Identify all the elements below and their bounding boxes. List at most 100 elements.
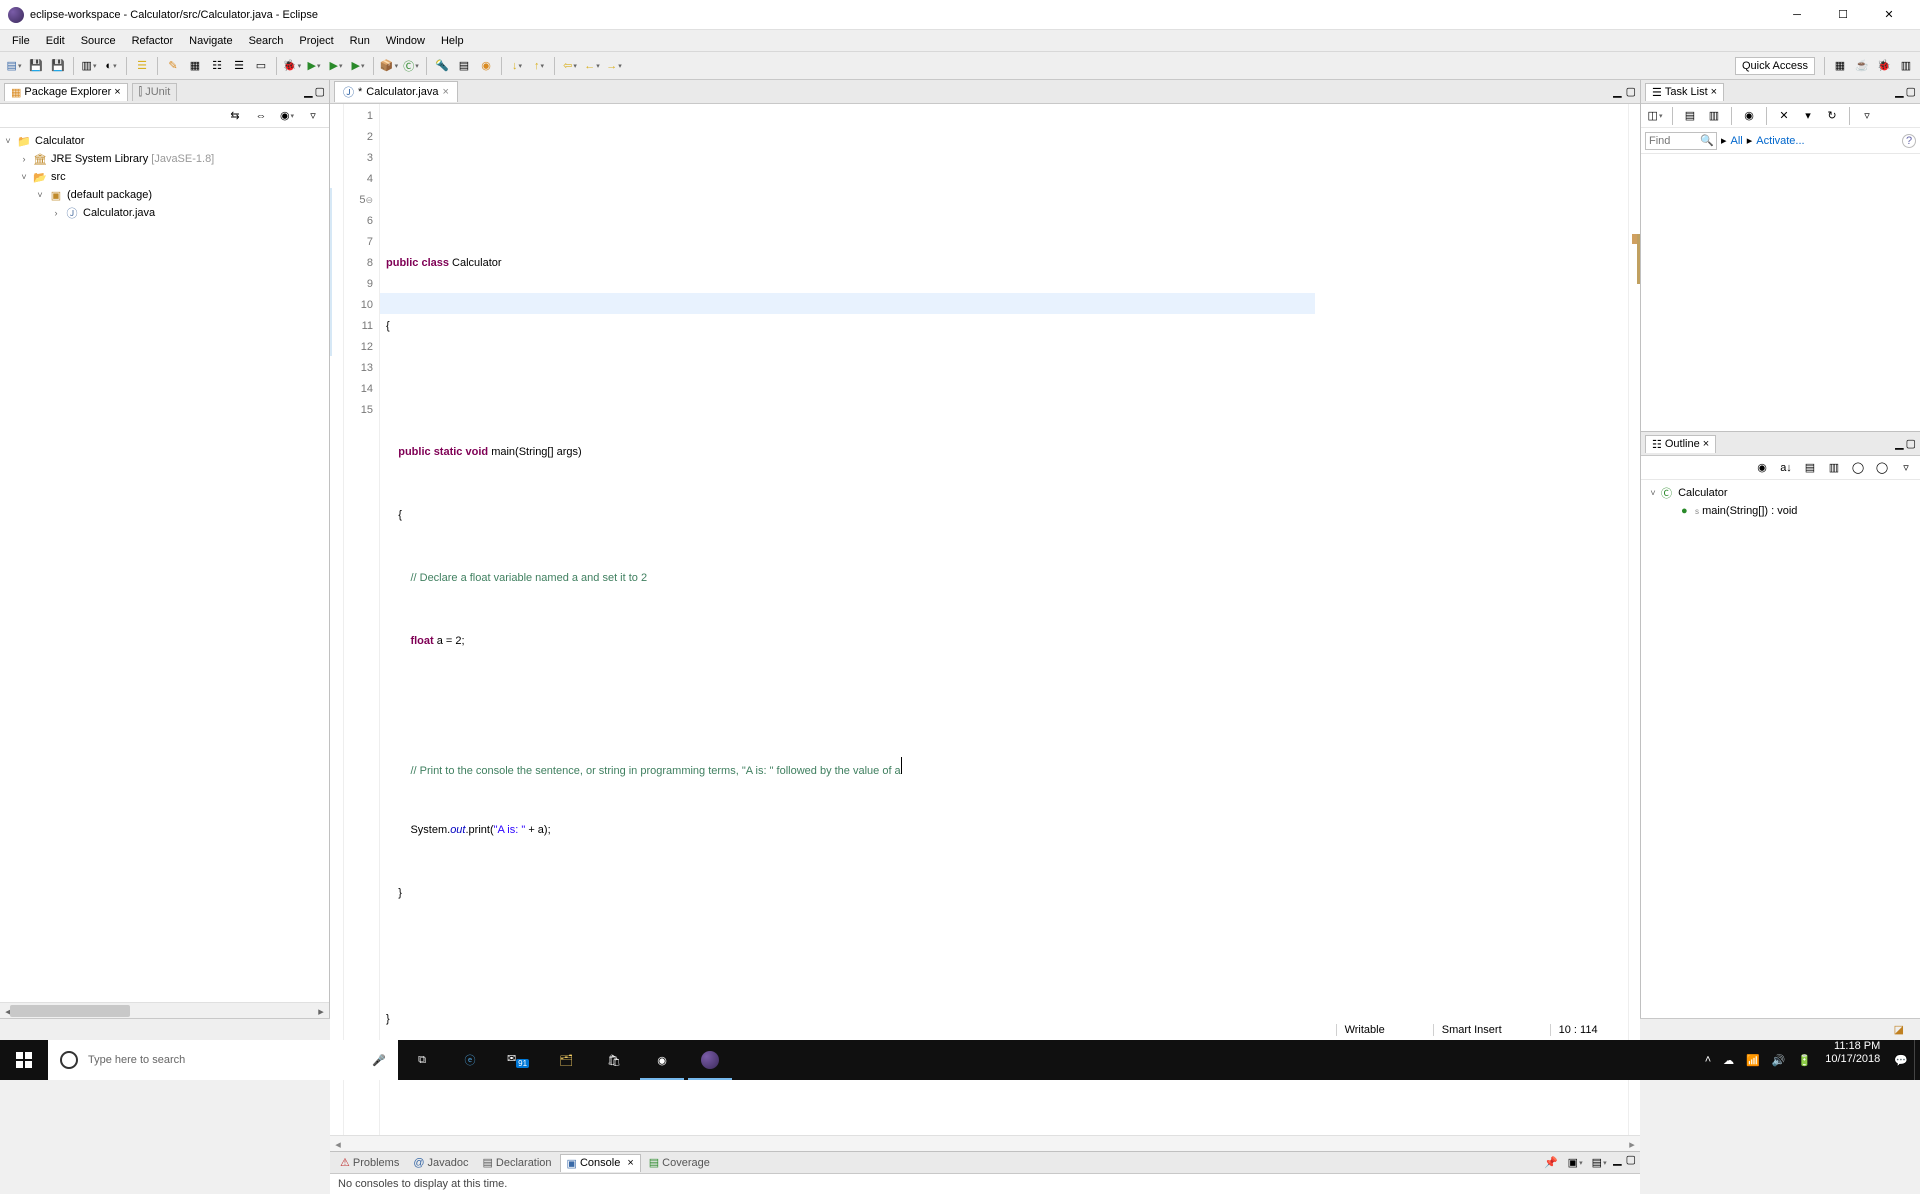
outline-class-node[interactable]: ˅Ⓒ Calculator [1645,484,1916,502]
link-editor-button[interactable]: ⇔ [251,106,271,126]
maximize-view-button[interactable]: ▢ [1906,85,1916,98]
editor-body[interactable]: 1 2 3 4 5⊖ 6 7 8 9 10 11 12 13 14 15 [330,104,1640,1135]
back-edit-button[interactable]: ⇦ [560,56,580,76]
menu-edit[interactable]: Edit [38,33,73,49]
new-button[interactable]: ▤ [4,56,24,76]
hide-static-button[interactable]: ▥ [1824,458,1844,478]
run-last-button[interactable]: ▶ [348,56,368,76]
prev-annotation-button[interactable]: ↓ [507,56,527,76]
synchronize-button[interactable]: ↻ [1822,106,1842,126]
horizontal-scrollbar[interactable]: ◂ ▸ [0,1002,329,1018]
code-area[interactable]: public class Calculator { public static … [380,104,1628,1135]
new-java-button[interactable]: 📦 [379,56,399,76]
open-type-button[interactable]: ☰ [132,56,152,76]
maximize-view-button[interactable]: ▢ [1906,437,1916,450]
close-icon[interactable]: × [1711,86,1717,98]
hide-fields-button[interactable]: ▤ [1800,458,1820,478]
perspective-button[interactable]: ◐ [101,56,121,76]
coverage-button[interactable]: ▶ [326,56,346,76]
hide-button[interactable]: ✕ [1774,106,1794,126]
java-perspective-button[interactable]: ☕ [1852,56,1872,76]
declaration-tab[interactable]: ▤Declaration [477,1154,558,1171]
sort-button[interactable]: a↓ [1776,458,1796,478]
action-center-button[interactable]: 💬 [1888,1040,1914,1080]
pin-console-button[interactable]: 📌 [1541,1153,1561,1173]
hide-nonpublic-button[interactable]: ◯ [1848,458,1868,478]
outline-tab[interactable]: ☷ Outline × [1645,435,1716,453]
outline-menu-button[interactable]: ▿ [1896,458,1916,478]
next-annotation-button[interactable]: ↑ [529,56,549,76]
help-icon[interactable]: ? [1902,134,1916,148]
toggle-mark-button[interactable]: ☰ [229,56,249,76]
editor-tab-calculator[interactable]: Ⓙ Calculator.java × [334,81,458,102]
all-link[interactable]: All [1731,135,1743,147]
minimize-view-button[interactable]: ▁ [1895,85,1903,98]
show-desktop-button[interactable] [1914,1040,1920,1080]
outline-method-node[interactable]: ●s main(String[]) : void [1645,502,1916,520]
activate-link[interactable]: Activate... [1756,135,1804,147]
console-tab[interactable]: ▣Console× [560,1154,641,1172]
onedrive-icon[interactable]: ☁ [1717,1040,1740,1080]
editor-scrollbar[interactable]: ◂ ▸ [330,1135,1640,1151]
maximize-console-button[interactable]: ▢ [1626,1153,1636,1173]
menu-source[interactable]: Source [73,33,124,49]
categorize-button[interactable]: ▤ [1680,106,1700,126]
scroll-left-button[interactable]: ◂ [330,1136,346,1152]
expand-arrow-icon[interactable]: ▸ [1721,134,1727,147]
minimize-editor-button[interactable]: ▁ [1613,85,1621,98]
coverage-tab[interactable]: ▤Coverage [643,1154,716,1171]
menu-run[interactable]: Run [342,33,378,49]
menu-search[interactable]: Search [241,33,292,49]
junit-tab[interactable]: ⫿ JUnit [132,83,178,101]
javadoc-tab[interactable]: @Javadoc [407,1155,474,1171]
collapse-all-button[interactable]: ⇆ [225,106,245,126]
project-node[interactable]: ˅📁Calculator [0,132,329,150]
menu-navigate[interactable]: Navigate [181,33,240,49]
menu-project[interactable]: Project [291,33,341,49]
status-notification-icon[interactable]: ◪ [1886,1023,1912,1036]
wifi-icon[interactable]: 📶 [1740,1040,1766,1080]
minimize-button[interactable]: ─ [1774,0,1820,30]
expand-arrow-icon[interactable]: ▸ [1747,134,1753,147]
jre-node[interactable]: ›🏛JRE System Library [JavaSE-1.8] [0,150,329,168]
microphone-icon[interactable]: 🎤 [372,1054,386,1067]
menu-refactor[interactable]: Refactor [124,33,182,49]
battery-icon[interactable]: 🔋 [1792,1040,1818,1080]
package-explorer-tab[interactable]: ▦ Package Explorer × [4,83,128,101]
volume-icon[interactable]: 🔊 [1766,1040,1792,1080]
tasklist-menu-button[interactable]: ▿ [1857,106,1877,126]
annotation-button[interactable]: ◉ [476,56,496,76]
toggle-button[interactable]: ☷ [207,56,227,76]
debug-perspective-button[interactable]: 🐞 [1874,56,1894,76]
open-console-button[interactable]: ▤ [1589,1153,1609,1173]
focus-task-button[interactable]: ◉ [277,106,297,126]
scheduled-button[interactable]: ▥ [1704,106,1724,126]
toggle-block-button[interactable]: ▭ [251,56,271,76]
new-package-button[interactable]: ▦ [185,56,205,76]
close-tab-icon[interactable]: × [442,86,448,98]
open-task-button[interactable]: ▤ [454,56,474,76]
planning-perspective-button[interactable]: ▥ [1896,56,1916,76]
new-task-button[interactable]: ◫ [1645,106,1665,126]
close-icon[interactable]: × [1703,438,1709,450]
start-button[interactable] [0,1040,48,1080]
default-package-node[interactable]: ˅▣(default package) [0,186,329,204]
open-perspective-button[interactable]: ▦ [1830,56,1850,76]
focus-active-button[interactable]: ◉ [1752,458,1772,478]
java-file-node[interactable]: ›ⒿCalculator.java [0,204,329,222]
maximize-button[interactable]: ☐ [1820,0,1866,30]
forward-button[interactable]: → [604,56,624,76]
display-console-button[interactable]: ▣ [1565,1153,1585,1173]
back-button[interactable]: ← [582,56,602,76]
scroll-right-button[interactable]: ▸ [313,1003,329,1019]
hide-local-button[interactable]: ◯ [1872,458,1892,478]
src-node[interactable]: ˅📂src [0,168,329,186]
quick-access[interactable]: Quick Access [1735,57,1815,75]
tray-overflow-button[interactable]: ˄ [1699,1040,1717,1080]
view-menu-button[interactable]: ▿ [303,106,323,126]
build-button[interactable]: ▥ [79,56,99,76]
maximize-editor-button[interactable]: ▢ [1626,85,1636,98]
scroll-right-button[interactable]: ▸ [1624,1136,1640,1152]
new-class-button[interactable]: Ⓒ [401,56,421,76]
scroll-thumb[interactable] [10,1005,130,1017]
